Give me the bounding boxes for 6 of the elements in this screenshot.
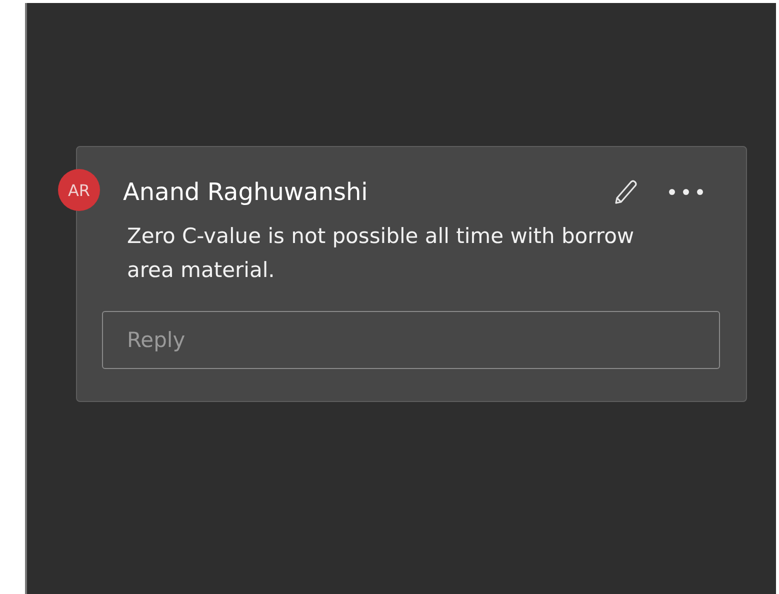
avatar: AR bbox=[58, 169, 100, 211]
comment-text: Zero C-value is not possible all time with borrow area material. bbox=[127, 223, 636, 284]
author-name: Anand Raghuwanshi bbox=[123, 178, 368, 206]
more-options-icon[interactable] bbox=[668, 188, 704, 196]
reply-field[interactable]: Reply bbox=[102, 311, 720, 369]
edit-icon[interactable] bbox=[612, 177, 638, 207]
